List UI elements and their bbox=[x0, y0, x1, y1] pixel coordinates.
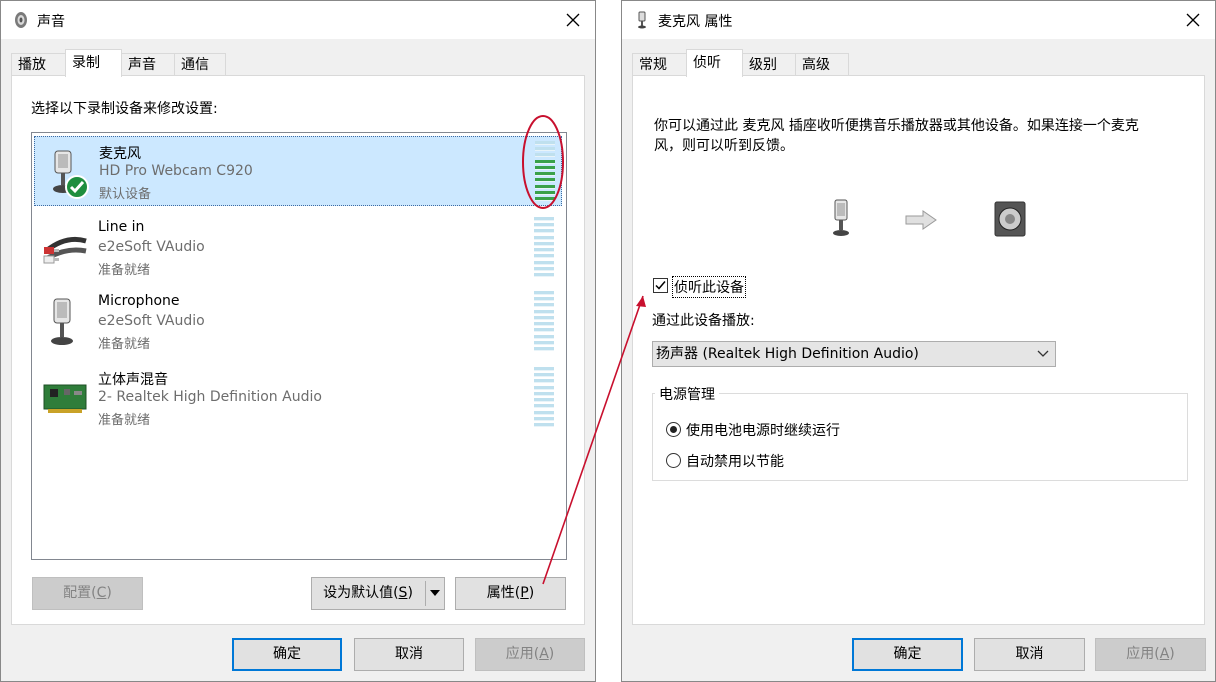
close-button[interactable] bbox=[559, 7, 587, 33]
radio-keep-running[interactable] bbox=[666, 422, 681, 437]
dropdown-arrow-icon[interactable] bbox=[430, 590, 440, 597]
description-line-1: 你可以通过此 麦克风 插座收听便携音乐播放器或其他设备。如果连接一个麦克 bbox=[654, 118, 1139, 134]
device-status: 准备就绪 bbox=[98, 413, 151, 428]
tab-recording[interactable]: 录制 bbox=[65, 49, 122, 77]
tab-panel: 你可以通过此 麦克风 插座收听便携音乐播放器或其他设备。如果连接一个麦克 风，则… bbox=[632, 75, 1205, 625]
device-item-stereo-mix[interactable]: 立体声混音 2- Realtek High Definition Audio 准… bbox=[34, 363, 562, 433]
configure-button[interactable]: 配置(C) bbox=[32, 577, 143, 610]
apply-accesskey: A bbox=[1159, 646, 1170, 662]
apply-label: 应用( bbox=[505, 646, 540, 662]
listen-description: 你可以通过此 麦克风 插座收听便携音乐播放器或其他设备。如果连接一个麦克 风，则… bbox=[654, 116, 1194, 156]
microphone-icon bbox=[833, 199, 849, 236]
device-driver: e2eSoft VAudio bbox=[98, 239, 205, 255]
apply-label-end: ) bbox=[548, 646, 555, 662]
chevron-down-icon bbox=[1037, 350, 1049, 357]
properties-accesskey: P bbox=[520, 585, 529, 601]
tab-listen[interactable]: 侦听 bbox=[686, 49, 743, 77]
properties-button[interactable]: 属性(P) bbox=[455, 577, 566, 610]
checkmark-icon bbox=[655, 281, 666, 290]
close-icon bbox=[566, 13, 580, 27]
sound-dialog: 声音 播放 录制 声音 通信 选择以下录制设备来修改设置: 麦克风 HD Pro… bbox=[0, 0, 596, 682]
level-meter bbox=[535, 141, 555, 201]
level-meter bbox=[534, 367, 554, 427]
tab-communications[interactable]: 通信 bbox=[174, 53, 226, 76]
speaker-icon bbox=[15, 12, 27, 28]
title-bar[interactable]: 声音 bbox=[1, 1, 595, 39]
level-meter bbox=[534, 217, 554, 277]
level-meter bbox=[534, 291, 554, 351]
device-driver: e2eSoft VAudio bbox=[98, 313, 205, 329]
device-name: Line in bbox=[98, 219, 145, 235]
radio-keep-running-label[interactable]: 使用电池电源时继续运行 bbox=[686, 420, 840, 440]
playback-label: 通过此设备播放: bbox=[652, 313, 755, 329]
tab-general[interactable]: 常规 bbox=[632, 53, 687, 76]
properties-label: 属性( bbox=[486, 585, 521, 601]
set-default-label: 设为默认值( bbox=[323, 585, 399, 601]
configure-label-end: ) bbox=[106, 585, 112, 601]
tab-sounds[interactable]: 声音 bbox=[121, 53, 175, 76]
tab-playback[interactable]: 播放 bbox=[11, 53, 66, 76]
microphone-properties-dialog: 麦克风 属性 常规 侦听 级别 高级 你可以通过此 麦克风 插座收听便携音乐播放… bbox=[621, 0, 1216, 682]
speaker-icon bbox=[994, 201, 1026, 237]
properties-label-end: ) bbox=[528, 585, 535, 601]
close-icon bbox=[1186, 13, 1200, 27]
device-status: 准备就绪 bbox=[98, 337, 151, 352]
microphone-icon bbox=[638, 11, 646, 29]
device-item-line-in[interactable]: Line in e2eSoft VAudio 准备就绪 bbox=[34, 213, 562, 283]
playback-device-select[interactable]: 扬声器 (Realtek High Definition Audio) bbox=[652, 341, 1056, 367]
apply-label: 应用( bbox=[1126, 646, 1160, 662]
audio-cable-icon bbox=[43, 236, 87, 264]
ok-button[interactable]: 确定 bbox=[232, 638, 342, 671]
window-title: 麦克风 属性 bbox=[658, 14, 733, 30]
device-item-microphone[interactable]: 麦克风 HD Pro Webcam C920 默认设备 bbox=[34, 136, 562, 206]
device-status: 默认设备 bbox=[99, 187, 152, 202]
set-default-button[interactable]: 设为默认值(S) bbox=[311, 577, 445, 610]
set-default-label-end: ) bbox=[407, 585, 413, 601]
arrow-right-icon bbox=[905, 210, 937, 230]
tab-advanced[interactable]: 高级 bbox=[795, 53, 849, 76]
tab-panel: 选择以下录制设备来修改设置: 麦克风 HD Pro Webcam C920 默认… bbox=[11, 75, 585, 625]
cancel-button[interactable]: 取消 bbox=[354, 638, 464, 671]
webcam-microphone-icon bbox=[53, 150, 89, 199]
configure-label: 配置( bbox=[63, 585, 97, 601]
device-name: Microphone bbox=[98, 293, 180, 309]
playback-device-value: 扬声器 (Realtek High Definition Audio) bbox=[656, 346, 919, 362]
configure-accesskey: C bbox=[96, 585, 107, 601]
title-bar[interactable]: 麦克风 属性 bbox=[622, 1, 1215, 39]
apply-button[interactable]: 应用(A) bbox=[475, 638, 585, 671]
close-button[interactable] bbox=[1179, 7, 1207, 33]
apply-accesskey: A bbox=[539, 646, 549, 662]
sound-card-icon bbox=[43, 384, 87, 413]
microphone-icon bbox=[51, 298, 73, 345]
radio-auto-disable-label[interactable]: 自动禁用以节能 bbox=[686, 451, 784, 471]
device-list[interactable]: 麦克风 HD Pro Webcam C920 默认设备 Line in e2eS… bbox=[31, 132, 567, 560]
instruction-text: 选择以下录制设备来修改设置: bbox=[31, 101, 218, 117]
radio-auto-disable[interactable] bbox=[666, 453, 681, 468]
device-status: 准备就绪 bbox=[98, 263, 151, 278]
apply-label-end: ) bbox=[1169, 646, 1175, 662]
ok-button[interactable]: 确定 bbox=[852, 638, 963, 671]
device-name: 麦克风 bbox=[99, 146, 141, 162]
window-title: 声音 bbox=[37, 14, 65, 30]
device-item-microphone-vaudio[interactable]: Microphone e2eSoft VAudio 准备就绪 bbox=[34, 287, 562, 357]
split-divider bbox=[425, 581, 426, 606]
cancel-button[interactable]: 取消 bbox=[974, 638, 1085, 671]
power-management-title: 电源管理 bbox=[655, 384, 719, 404]
tab-levels[interactable]: 级别 bbox=[742, 53, 796, 76]
device-driver: 2- Realtek High Definition Audio bbox=[98, 389, 322, 405]
device-name: 立体声混音 bbox=[98, 372, 168, 388]
apply-button[interactable]: 应用(A) bbox=[1095, 638, 1206, 671]
device-driver: HD Pro Webcam C920 bbox=[99, 163, 253, 179]
listen-checkbox-label[interactable]: 侦听此设备 bbox=[672, 276, 746, 298]
description-line-2: 风，则可以听到反馈。 bbox=[654, 138, 794, 154]
listen-checkbox[interactable] bbox=[653, 278, 668, 293]
